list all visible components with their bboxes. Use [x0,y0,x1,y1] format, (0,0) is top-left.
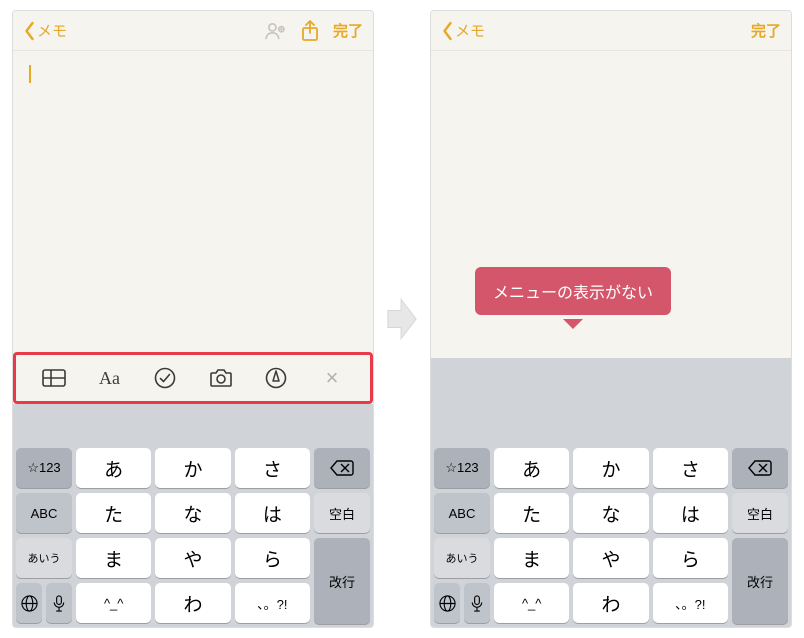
key-backspace[interactable] [732,448,788,488]
back-button[interactable]: メモ [441,20,485,41]
key-na[interactable]: な [573,493,648,533]
backspace-icon [330,460,354,476]
key-num-mode[interactable]: ☆123 [434,448,490,488]
toolbar-missing-gap [431,358,791,404]
key-ma[interactable]: ま [494,538,569,578]
key-sa[interactable]: さ [653,448,728,488]
back-label: メモ [37,20,67,41]
format-toolbar-highlight: Aa × [13,352,373,404]
globe-icon [439,595,456,612]
key-ya[interactable]: や [573,538,648,578]
key-a[interactable]: あ [494,448,569,488]
key-ra[interactable]: ら [235,538,310,578]
key-kana-mode[interactable]: あいう [434,538,490,578]
key-wa[interactable]: わ [155,583,230,623]
key-ya[interactable]: や [155,538,230,578]
key-globe[interactable] [16,583,42,623]
key-abc-mode[interactable]: ABC [16,493,72,533]
share-icon[interactable] [295,16,325,46]
key-ma[interactable]: ま [76,538,151,578]
back-label: メモ [455,20,485,41]
header: メモ 完了 [13,11,373,51]
key-na[interactable]: な [155,493,230,533]
camera-icon[interactable] [201,359,241,397]
key-sa[interactable]: さ [235,448,310,488]
key-mic[interactable] [464,583,490,623]
key-kana-mode[interactable]: あいう [16,538,72,578]
annotation-callout: メニューの表示がない [475,267,671,315]
phone-after: メモ 完了 メニューの表示がない ☆123 あ か さ ABC た な は 空白… [430,10,792,628]
key-abc-mode[interactable]: ABC [434,493,490,533]
back-button[interactable]: メモ [23,20,67,41]
note-content[interactable]: メニューの表示がない [431,51,791,358]
key-punct[interactable]: 、。?! [235,583,310,623]
key-ta[interactable]: た [494,493,569,533]
done-button[interactable]: 完了 [333,20,363,41]
backspace-icon [748,460,772,476]
key-wa[interactable]: わ [573,583,648,623]
key-num-mode[interactable]: ☆123 [16,448,72,488]
keyboard: ☆123 あ か さ ABC た な は 空白 あいう [431,444,791,627]
key-a[interactable]: あ [76,448,151,488]
text-format-icon[interactable]: Aa [89,359,129,397]
arrow-right-icon [386,291,418,347]
key-return[interactable]: 改行 [314,538,370,624]
mic-icon [471,595,483,612]
checklist-icon[interactable] [145,359,185,397]
keyboard-accessory-gap [431,404,791,444]
mic-icon [53,595,65,612]
key-ka[interactable]: か [155,448,230,488]
key-ha[interactable]: は [235,493,310,533]
key-space[interactable]: 空白 [732,493,788,533]
key-ra[interactable]: ら [653,538,728,578]
key-ta[interactable]: た [76,493,151,533]
close-icon[interactable]: × [312,359,352,397]
table-icon[interactable] [34,359,74,397]
key-emoji[interactable]: ^_^ [76,583,151,623]
format-toolbar: Aa × [20,359,366,397]
markup-icon[interactable] [256,359,296,397]
chevron-left-icon [23,21,36,41]
key-punct[interactable]: 、。?! [653,583,728,623]
text-cursor [29,65,31,83]
key-backspace[interactable] [314,448,370,488]
header: メモ 完了 [431,11,791,51]
key-return[interactable]: 改行 [732,538,788,624]
chevron-left-icon [441,21,454,41]
collaborate-icon[interactable] [261,16,291,46]
globe-icon [21,595,38,612]
key-space[interactable]: 空白 [314,493,370,533]
key-ka[interactable]: か [573,448,648,488]
key-mic[interactable] [46,583,72,623]
keyboard: ☆123 あ か さ ABC た な は 空白 あいう [13,444,373,627]
key-emoji[interactable]: ^_^ [494,583,569,623]
note-content[interactable] [13,51,373,352]
keyboard-accessory-gap [13,404,373,444]
key-globe[interactable] [434,583,460,623]
key-ha[interactable]: は [653,493,728,533]
done-button[interactable]: 完了 [751,20,781,41]
phone-before: メモ 完了 Aa × [12,10,374,628]
